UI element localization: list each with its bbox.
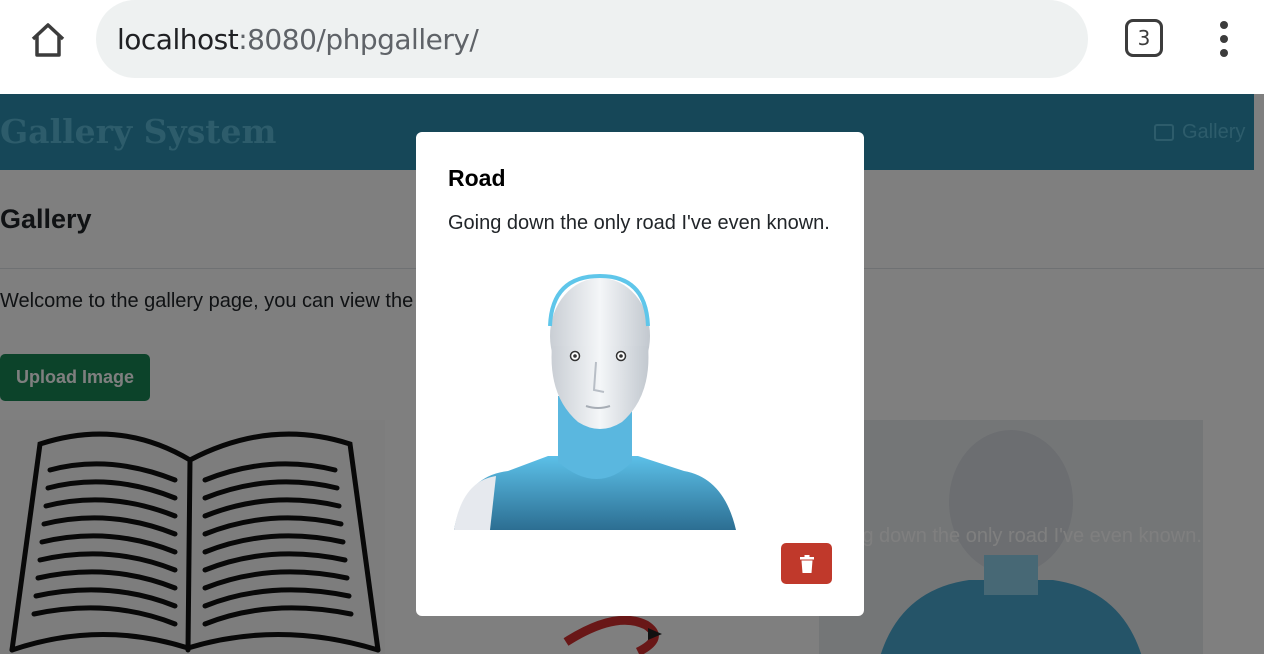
trash-icon: [799, 554, 814, 573]
url-text: localhost:8080/phpgallery/: [117, 22, 479, 56]
tab-count: 3: [1137, 26, 1151, 50]
delete-button[interactable]: [781, 543, 832, 584]
tab-switcher-button[interactable]: 3: [1125, 19, 1163, 57]
modal-description: Going down the only road I've even known…: [448, 212, 830, 234]
home-button[interactable]: [26, 18, 70, 62]
modal-title: Road: [448, 165, 506, 191]
more-vert-icon[interactable]: [1210, 18, 1238, 60]
image-modal: Road Going down the only road I've even …: [416, 132, 864, 616]
robot-head-image: [454, 273, 736, 530]
browser-toolbar: localhost:8080/phpgallery/ 3: [0, 0, 1264, 94]
address-bar[interactable]: localhost:8080/phpgallery/: [96, 0, 1088, 78]
home-icon: [31, 23, 65, 57]
